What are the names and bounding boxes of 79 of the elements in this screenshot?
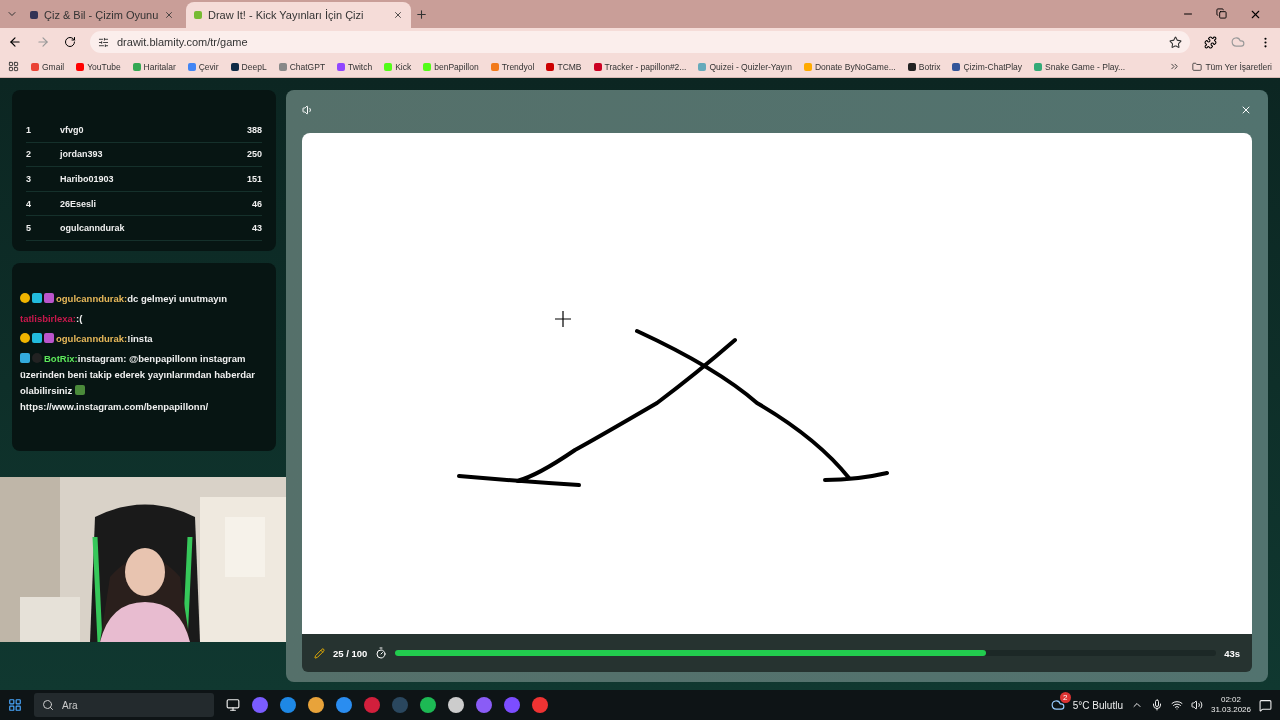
- bookmark-link[interactable]: YouTube: [87, 61, 121, 72]
- rank-number: 1: [26, 124, 32, 135]
- more-bookmarks-icon[interactable]: [1169, 61, 1181, 72]
- search-field[interactable]: Ara: [34, 693, 214, 717]
- bookmark-link[interactable]: Kick: [395, 61, 412, 72]
- close-icon[interactable]: [1240, 104, 1252, 116]
- bookmark-link[interactable]: Çizim-ChatPlay: [963, 61, 1023, 72]
- chat-username: BotRix:: [44, 352, 78, 364]
- sound-icon[interactable]: [302, 104, 314, 116]
- bookmark-link[interactable]: DeepL: [241, 61, 267, 72]
- close-icon[interactable]: [393, 10, 403, 20]
- player-name: 26Esesli: [60, 198, 98, 209]
- chat-link[interactable]: https://www.instagram.com/benpapillonn/: [20, 400, 209, 412]
- rank-number: 5: [26, 223, 32, 234]
- player-score: 43: [251, 223, 262, 234]
- bookmark-link[interactable]: Tüm Yer İşaretleri: [1205, 61, 1272, 72]
- player-name: Haribo01903: [60, 174, 115, 184]
- chat-username: ogulcanndurak:: [56, 292, 128, 304]
- bookmark-link[interactable]: Tracker - papillon#2...: [604, 61, 687, 72]
- bookmark-link[interactable]: Donate ByNoGame...: [814, 61, 896, 72]
- rank-number: 3: [26, 174, 32, 184]
- bookmark-star-icon[interactable]: [1169, 35, 1182, 49]
- site-settings-icon[interactable]: [98, 36, 109, 48]
- task-view-icon[interactable]: [226, 698, 240, 712]
- apps-icon[interactable]: [8, 61, 19, 72]
- player-name: ogulcanndurak: [60, 223, 126, 234]
- browser-tab[interactable]: Çiz & Bil - Çizim Oyunu: [22, 2, 182, 28]
- close-icon[interactable]: [164, 10, 174, 20]
- folder-icon: [1192, 61, 1203, 72]
- volume-icon[interactable]: [1190, 699, 1203, 711]
- player-name: vfvg0: [60, 124, 85, 135]
- bookmark-link[interactable]: TCMB: [557, 61, 582, 72]
- browser-tab[interactable]: Draw It! - Kick Yayınları İçin Çizi: [186, 2, 411, 28]
- chat-message: olabilirsiniz: [20, 384, 73, 396]
- restore-icon[interactable]: [1216, 7, 1227, 19]
- player-score: 388: [245, 124, 262, 135]
- bookmark-link[interactable]: benPapillon: [434, 61, 479, 72]
- search-icon: [42, 699, 54, 711]
- player-score: 46: [251, 198, 262, 209]
- notifications-icon[interactable]: [1259, 698, 1272, 712]
- bookmark-link[interactable]: Botrix: [918, 61, 941, 72]
- chat-message: :(: [75, 312, 83, 324]
- bookmark-link[interactable]: Gmail: [42, 61, 65, 72]
- time-left: 43s: [1224, 647, 1240, 659]
- bookmark-link[interactable]: Çevir: [198, 61, 219, 72]
- weather-badge: 2: [1059, 692, 1071, 703]
- reload-icon[interactable]: [64, 36, 76, 48]
- bookmark-link[interactable]: Trendyol: [501, 61, 535, 72]
- bookmark-link[interactable]: ChatGPT: [289, 61, 326, 72]
- chat-message: !insta: [127, 332, 153, 344]
- crosshair-cursor-icon: [554, 310, 572, 328]
- rank-number: 2: [26, 149, 32, 160]
- bookmark-link[interactable]: Twitch: [348, 61, 373, 72]
- round-counter: 25 / 100: [333, 647, 368, 659]
- timer-icon: [375, 647, 388, 659]
- pencil-icon: [314, 647, 325, 659]
- bookmark-link[interactable]: Quizei - Quizler-Yayın: [709, 61, 792, 72]
- chat-username: ogulcanndurak:: [56, 332, 128, 344]
- weather-text: 5°C Bulutlu: [1072, 699, 1123, 711]
- player-score: 151: [245, 174, 262, 184]
- rank-number: 4: [26, 198, 32, 209]
- bookmark-link[interactable]: Haritalar: [143, 61, 176, 72]
- network-icon[interactable]: [1170, 699, 1183, 711]
- start-icon[interactable]: [8, 698, 22, 712]
- microphone-icon[interactable]: [1150, 699, 1163, 711]
- extensions-icon[interactable]: [1204, 35, 1217, 49]
- chat-message: dc gelmeyi unutmayın: [127, 292, 228, 304]
- bookmark-link[interactable]: Snake Game - Play...: [1045, 61, 1126, 72]
- new-tab-button[interactable]: [415, 7, 428, 21]
- chat-message: instagram: @benpapillonn instagram: [77, 352, 246, 364]
- clock-time: 02:02: [1220, 695, 1241, 705]
- player-name: jordan393: [60, 149, 104, 160]
- player-score: 250: [245, 149, 262, 160]
- clock-date: 31.03.2026: [1210, 705, 1251, 715]
- chat-message: üzerinden beni takip ederek yayınlarımdan haberdar: [20, 368, 255, 380]
- weather-icon: [1050, 698, 1065, 712]
- chat-username: tatlisbirlexa:: [20, 312, 76, 324]
- address-bar[interactable]: drawit.blamity.com/tr/game: [90, 31, 1190, 53]
- back-icon[interactable]: [8, 35, 22, 49]
